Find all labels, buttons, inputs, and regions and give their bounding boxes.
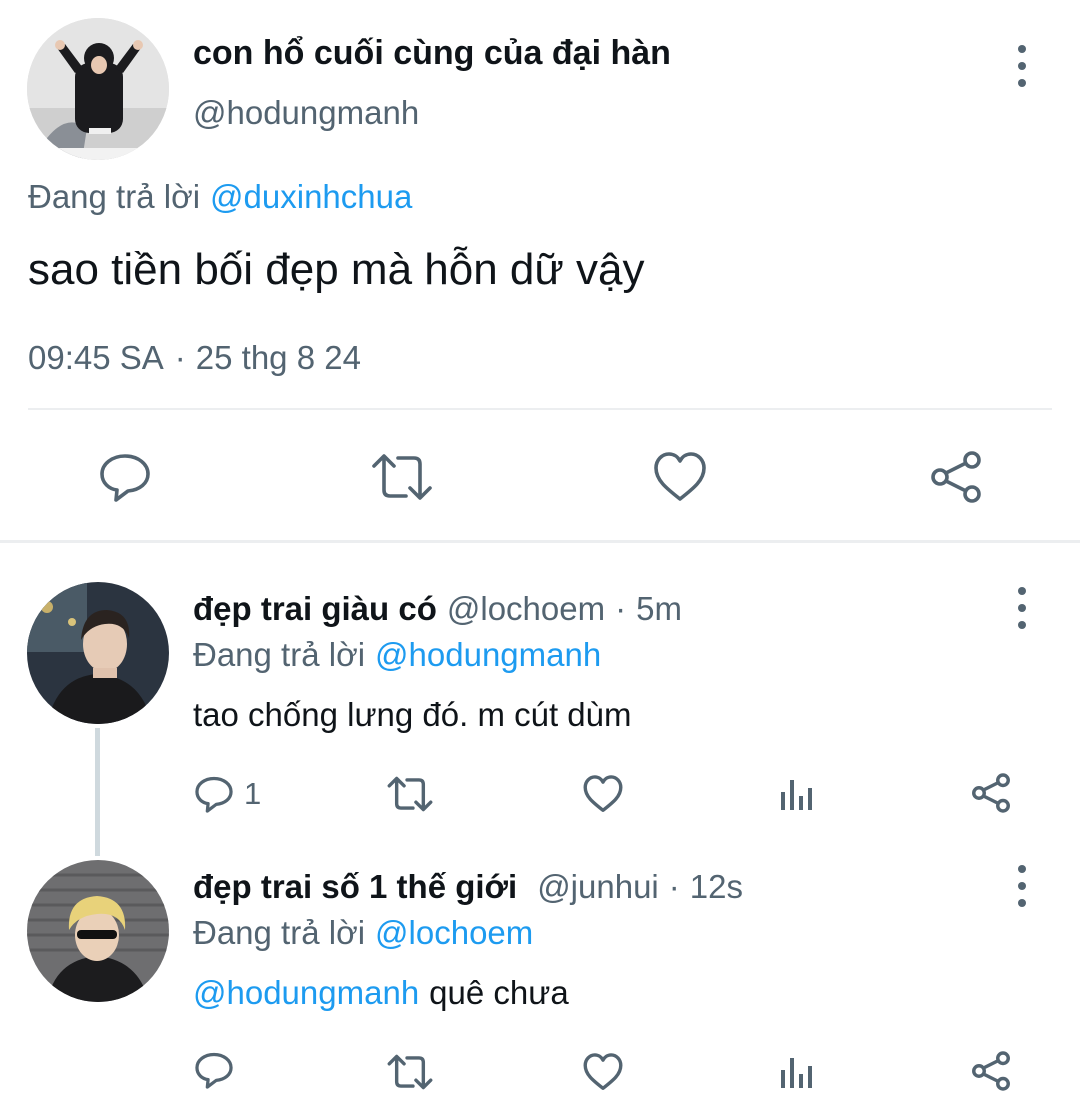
replying-to-link[interactable]: @lochoem [375, 912, 533, 954]
tweet-time: 09:45 SA [28, 339, 164, 376]
avatar[interactable] [27, 18, 169, 160]
tweet-text: tao chống lưng đó. m cút dùm [193, 696, 632, 733]
separator-dot: · [668, 868, 680, 905]
reply-header: đẹp trai số 1 thế giới @junhui · 12s [193, 866, 743, 908]
reply-icon [195, 1052, 233, 1089]
mention-link[interactable]: @hodungmanh [193, 972, 419, 1014]
tweet-date: 25 thg 8 24 [195, 339, 361, 376]
share-button[interactable] [970, 772, 1012, 814]
more-vertical-icon [1018, 587, 1026, 595]
user-handle[interactable]: @hodungmanh [193, 92, 419, 134]
like-icon [583, 775, 623, 812]
share-icon [931, 451, 981, 503]
analytics-icon [781, 780, 812, 810]
tweet-body: quê chưa [429, 974, 569, 1011]
share-button[interactable] [970, 1050, 1012, 1092]
retweet-button[interactable] [370, 450, 434, 504]
avatar-photo [27, 18, 169, 160]
avatar[interactable] [27, 582, 169, 724]
display-name[interactable]: đẹp trai giàu có [193, 588, 437, 630]
tweet-age[interactable]: 12s [690, 866, 743, 908]
analytics-button[interactable] [778, 776, 814, 812]
replying-prefix: Đang trả lời [193, 636, 366, 673]
replying-to-line: Đang trả lời @hodungmanh [193, 634, 601, 676]
reply-button[interactable]: 1 [194, 772, 261, 816]
avatar-photo [27, 860, 169, 1002]
retweet-icon [372, 454, 432, 500]
display-name[interactable]: con hổ cuối cùng của đại hàn [193, 32, 671, 74]
divider [28, 408, 1052, 410]
replying-to-link[interactable]: @hodungmanh [375, 634, 601, 676]
like-button[interactable] [582, 774, 624, 814]
tweet-timestamp[interactable]: 09:45 SA · 25 thg 8 24 [28, 337, 361, 379]
tweet-text: sao tiền bối đẹp mà hỗn dữ vậy [28, 245, 645, 294]
more-vertical-icon [1018, 865, 1026, 873]
more-vertical-icon [1018, 45, 1026, 53]
more-options-button[interactable] [1002, 36, 1042, 96]
share-icon [972, 773, 1010, 813]
tweet-text: @hodungmanh quê chưa [193, 972, 569, 1014]
more-options-button[interactable] [1002, 578, 1042, 638]
tweet-age[interactable]: 5m [636, 588, 682, 630]
user-handle[interactable]: @junhui [537, 866, 659, 908]
display-name[interactable]: đẹp trai số 1 thế giới [193, 866, 517, 908]
reply-count: 1 [244, 776, 262, 811]
separator-dot: · [615, 590, 627, 627]
like-button[interactable] [582, 1052, 624, 1092]
retweet-button[interactable] [386, 774, 434, 814]
replying-prefix: Đang trả lời [193, 914, 366, 951]
analytics-icon [781, 1058, 812, 1088]
separator-dot: · [174, 339, 186, 376]
avatar-photo [27, 582, 169, 724]
retweet-button[interactable] [386, 1052, 434, 1092]
share-button[interactable] [928, 450, 984, 504]
reply-icon [100, 454, 150, 502]
user-handle[interactable]: @lochoem [447, 588, 605, 630]
avatar[interactable] [27, 860, 169, 1002]
like-icon [583, 1053, 623, 1090]
like-icon [654, 452, 706, 501]
retweet-icon [387, 1054, 433, 1090]
replying-to-line: Đang trả lời @duxinhchua [28, 176, 412, 218]
replying-to-link[interactable]: @duxinhchua [210, 176, 412, 218]
reply-button[interactable] [194, 1050, 234, 1090]
more-options-button[interactable] [1002, 856, 1042, 916]
replying-to-line: Đang trả lời @lochoem [193, 912, 533, 954]
like-button[interactable] [652, 450, 708, 504]
retweet-icon [387, 776, 433, 812]
analytics-button[interactable] [778, 1054, 814, 1090]
section-divider [0, 540, 1080, 543]
reply-button[interactable] [98, 450, 152, 504]
reply-icon [195, 776, 233, 813]
thread-line [95, 728, 100, 856]
reply-header: đẹp trai giàu có @lochoem · 5m [193, 588, 682, 630]
replying-prefix: Đang trả lời [28, 178, 201, 215]
share-icon [972, 1051, 1010, 1091]
